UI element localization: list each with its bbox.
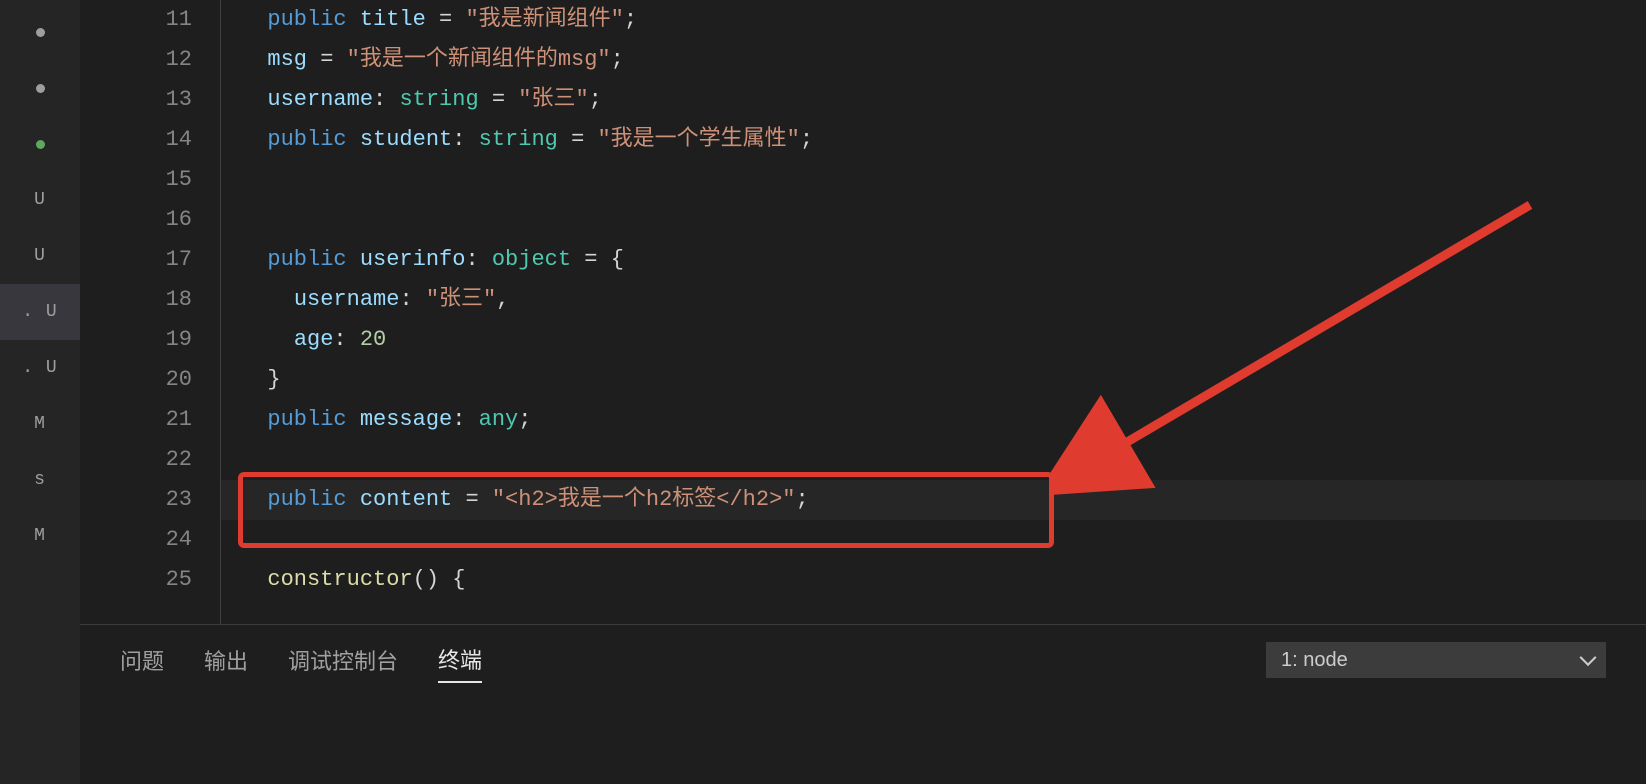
- panel-tab-debug[interactable]: 调试控制台: [288, 638, 398, 682]
- line-number: 11: [80, 0, 192, 40]
- code-line[interactable]: public student: string = "我是一个学生属性";: [241, 120, 1646, 160]
- panel-tab-terminal[interactable]: 终端: [438, 637, 482, 683]
- panel-tab-problems[interactable]: 问题: [120, 638, 164, 682]
- line-number: 18: [80, 280, 192, 320]
- code-line[interactable]: username: "张三",: [241, 280, 1646, 320]
- code-area[interactable]: public title = "我是新闻组件"; msg = "我是一个新闻组件…: [220, 0, 1646, 624]
- code-line[interactable]: [241, 200, 1646, 240]
- line-number: 20: [80, 360, 192, 400]
- sidebar-item-status[interactable]: . U: [0, 340, 80, 396]
- sidebar-strip: U U . U . U M s M: [0, 0, 80, 784]
- line-number: 13: [80, 80, 192, 120]
- line-number: 23: [80, 480, 192, 520]
- line-number: 24: [80, 520, 192, 560]
- code-line[interactable]: msg = "我是一个新闻组件的msg";: [241, 40, 1646, 80]
- code-line[interactable]: [241, 160, 1646, 200]
- line-number: 14: [80, 120, 192, 160]
- line-number: 12: [80, 40, 192, 80]
- sidebar-dot[interactable]: [0, 4, 80, 60]
- code-line[interactable]: age: 20: [241, 320, 1646, 360]
- line-number: 16: [80, 200, 192, 240]
- line-number: 22: [80, 440, 192, 480]
- sidebar-item-status[interactable]: M: [0, 396, 80, 452]
- sidebar-item-status[interactable]: U: [0, 228, 80, 284]
- terminal-selector[interactable]: 1: node: [1266, 642, 1606, 678]
- code-line[interactable]: constructor() {: [241, 560, 1646, 600]
- code-line[interactable]: username: string = "张三";: [241, 80, 1646, 120]
- code-line[interactable]: public userinfo: object = {: [241, 240, 1646, 280]
- code-line[interactable]: public title = "我是新闻组件";: [241, 0, 1646, 40]
- sidebar-item-status[interactable]: M: [0, 508, 80, 564]
- sidebar-item-status-active[interactable]: . U: [0, 284, 80, 340]
- line-number: 21: [80, 400, 192, 440]
- code-line[interactable]: public content = "<h2>我是一个h2标签</h2>";: [221, 480, 1646, 520]
- sidebar-item-status[interactable]: s: [0, 452, 80, 508]
- code-line[interactable]: [241, 440, 1646, 480]
- line-number: 17: [80, 240, 192, 280]
- line-number: 19: [80, 320, 192, 360]
- code-editor[interactable]: 111213141516171819202122232425 public ti…: [80, 0, 1646, 624]
- terminal-select[interactable]: 1: node: [1266, 642, 1606, 678]
- line-number: 15: [80, 160, 192, 200]
- line-number: 25: [80, 560, 192, 600]
- panel-tabs: 问题 输出 调试控制台 终端 1: node: [80, 625, 1646, 695]
- sidebar-dot[interactable]: [0, 60, 80, 116]
- main: 111213141516171819202122232425 public ti…: [80, 0, 1646, 784]
- panel-tab-output[interactable]: 输出: [204, 638, 248, 682]
- code-line[interactable]: public message: any;: [241, 400, 1646, 440]
- sidebar-item-status[interactable]: U: [0, 172, 80, 228]
- line-number-gutter: 111213141516171819202122232425: [80, 0, 220, 624]
- bottom-panel: 问题 输出 调试控制台 终端 1: node: [80, 624, 1646, 784]
- code-line[interactable]: [241, 520, 1646, 560]
- code-line[interactable]: }: [241, 360, 1646, 400]
- sidebar-dot-modified[interactable]: [0, 116, 80, 172]
